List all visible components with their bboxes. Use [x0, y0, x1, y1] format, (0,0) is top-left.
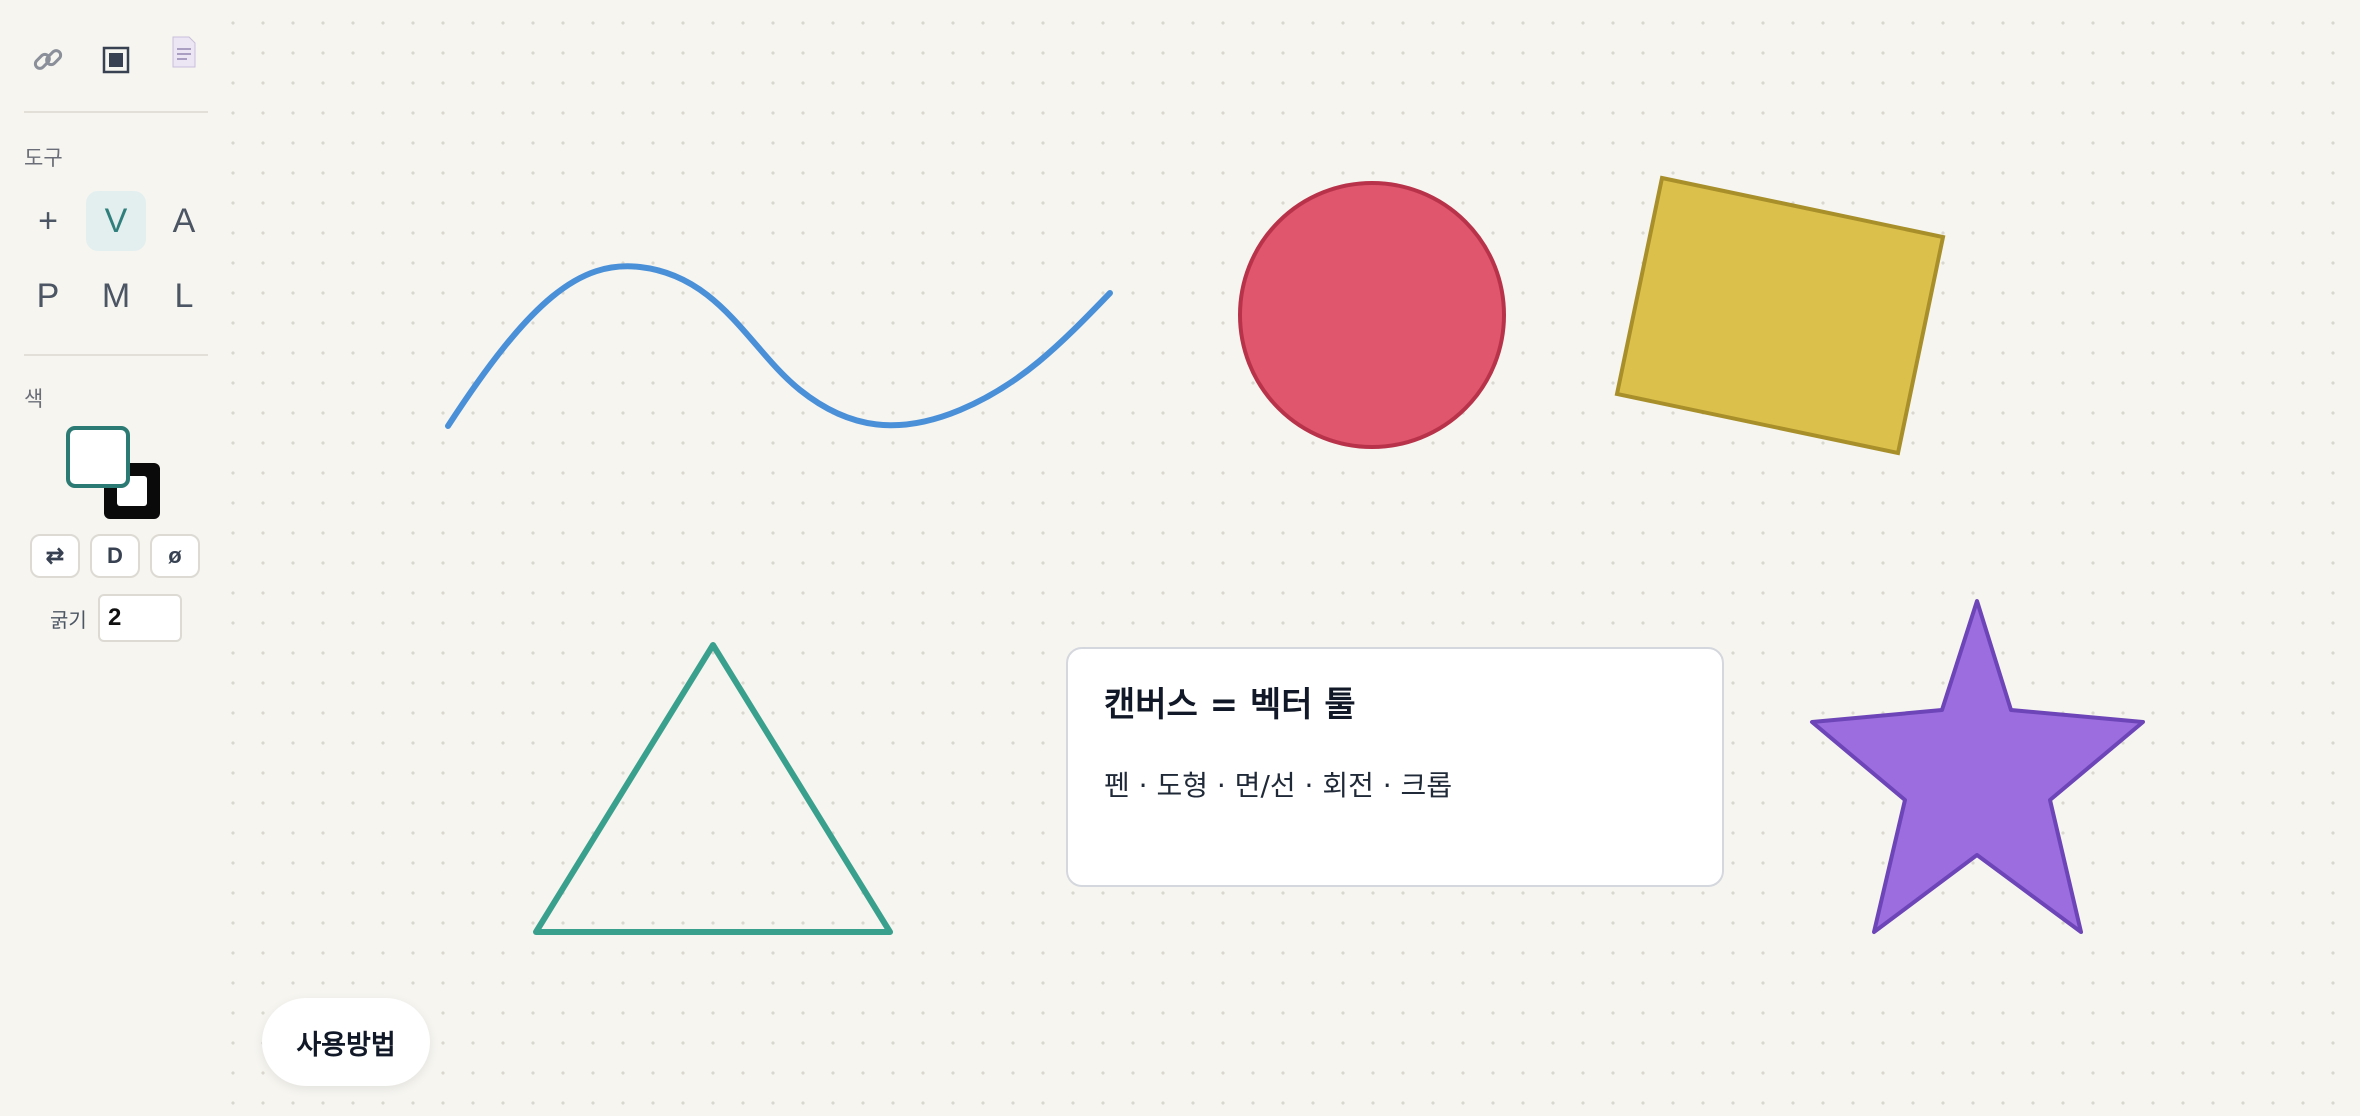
shape-curve[interactable]: [445, 263, 1113, 429]
note-title: 캔버스 = 벡터 툴: [1104, 685, 1356, 725]
text-note[interactable]: 캔버스 = 벡터 툴 펜 · 도형 · 면/선 · 회전 · 크롭: [1066, 647, 1724, 887]
shape-triangle[interactable]: [533, 642, 893, 935]
vector-canvas-app: 도구 + V A P M L 색 ⇄ D ø 굵기 캔버스 = 벡터 툴 펜 ·…: [0, 0, 2360, 1116]
shape-rectangle[interactable]: [1614, 175, 1946, 456]
shape-star[interactable]: [1810, 599, 2145, 934]
shape-circle[interactable]: [1238, 181, 1506, 449]
note-body: 펜 · 도형 · 면/선 · 회전 · 크롭: [1104, 769, 1453, 802]
drawing-canvas[interactable]: [0, 0, 2360, 1116]
help-button[interactable]: 사용방법: [262, 998, 430, 1086]
fill-color-swatch[interactable]: [66, 426, 130, 488]
